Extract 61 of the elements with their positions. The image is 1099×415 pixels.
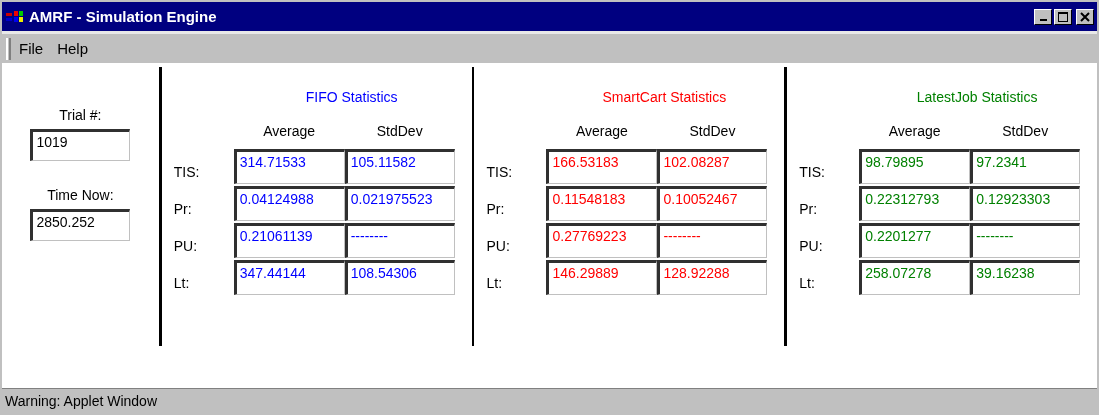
- row-label: TIS:: [798, 164, 826, 182]
- column-header: StdDev: [375, 123, 424, 141]
- column-header: Average: [262, 123, 317, 141]
- value-field[interactable]: 97.2341: [970, 149, 1081, 184]
- maximize-button[interactable]: [1054, 8, 1072, 25]
- value-field[interactable]: 0.10052467: [657, 186, 768, 221]
- row-label: Lt:: [172, 275, 191, 293]
- field-label: Trial #:: [59, 107, 102, 123]
- value-field[interactable]: 347.44144: [233, 260, 345, 295]
- minimize-button[interactable]: [1034, 8, 1052, 25]
- value-field[interactable]: 39.16238: [970, 260, 1081, 295]
- row-label: Lt:: [798, 275, 816, 293]
- row-label: PU:: [172, 238, 199, 256]
- row-label: PU:: [485, 238, 511, 256]
- row-label: Pr:: [798, 201, 819, 219]
- row-label: TIS:: [485, 164, 514, 182]
- value-field[interactable]: 0.021975523: [344, 186, 455, 221]
- value-field[interactable]: 314.71533: [233, 149, 345, 184]
- value-field[interactable]: --------: [970, 223, 1081, 258]
- value-field[interactable]: 105.11582: [344, 149, 455, 184]
- value-field[interactable]: 102.08287: [657, 149, 768, 184]
- value-field[interactable]: 0.22312793: [859, 186, 971, 221]
- value-field[interactable]: 128.92288: [657, 260, 768, 295]
- value-field[interactable]: 258.07278: [859, 260, 971, 295]
- value-field[interactable]: --------: [657, 223, 768, 258]
- value-field[interactable]: 0.11548183: [546, 186, 658, 221]
- row-label: Pr:: [485, 201, 506, 219]
- value-field[interactable]: 108.54306: [344, 260, 455, 295]
- column-header: StdDev: [688, 123, 737, 141]
- close-icon: [1080, 11, 1090, 22]
- value-field[interactable]: 0.2201277: [859, 223, 971, 258]
- status-bar: Warning: Applet Window: [2, 388, 1097, 413]
- panel-title: LatestJob Statistics: [915, 89, 1039, 105]
- close-button[interactable]: [1076, 8, 1094, 25]
- minimize-icon: [1039, 19, 1047, 21]
- value-field[interactable]: 146.29889: [546, 260, 658, 295]
- value-field[interactable]: 0.12923303: [970, 186, 1081, 221]
- menu-item[interactable]: Help: [57, 40, 89, 57]
- panel-title: FIFO Statistics: [304, 89, 399, 105]
- menu-grip: [6, 37, 11, 60]
- column-header: Average: [575, 123, 629, 141]
- row-label: TIS:: [172, 164, 201, 182]
- row-label: Pr:: [172, 201, 193, 219]
- value-field[interactable]: 166.53183: [546, 149, 658, 184]
- column-header: Average: [887, 123, 942, 141]
- time-field[interactable]: 2850.252: [30, 209, 131, 241]
- row-label: PU:: [798, 238, 824, 256]
- field-label: Time Now:: [47, 187, 114, 203]
- column-header: StdDev: [1001, 123, 1050, 141]
- value-field[interactable]: 0.21061139: [233, 223, 345, 258]
- trial-field[interactable]: 1019: [30, 129, 131, 161]
- value-field[interactable]: --------: [344, 223, 455, 258]
- menu-item[interactable]: File: [19, 40, 44, 57]
- value-field[interactable]: 0.27769223: [546, 223, 658, 258]
- window-title: AMRF - Simulation Engine: [29, 8, 218, 25]
- value-field[interactable]: 98.79895: [859, 149, 971, 184]
- row-label: Lt:: [485, 275, 504, 293]
- value-field[interactable]: 0.04124988: [233, 186, 345, 221]
- panel-title: SmartCart Statistics: [601, 89, 728, 105]
- maximize-icon: [1058, 11, 1068, 22]
- app-icon: [5, 8, 25, 25]
